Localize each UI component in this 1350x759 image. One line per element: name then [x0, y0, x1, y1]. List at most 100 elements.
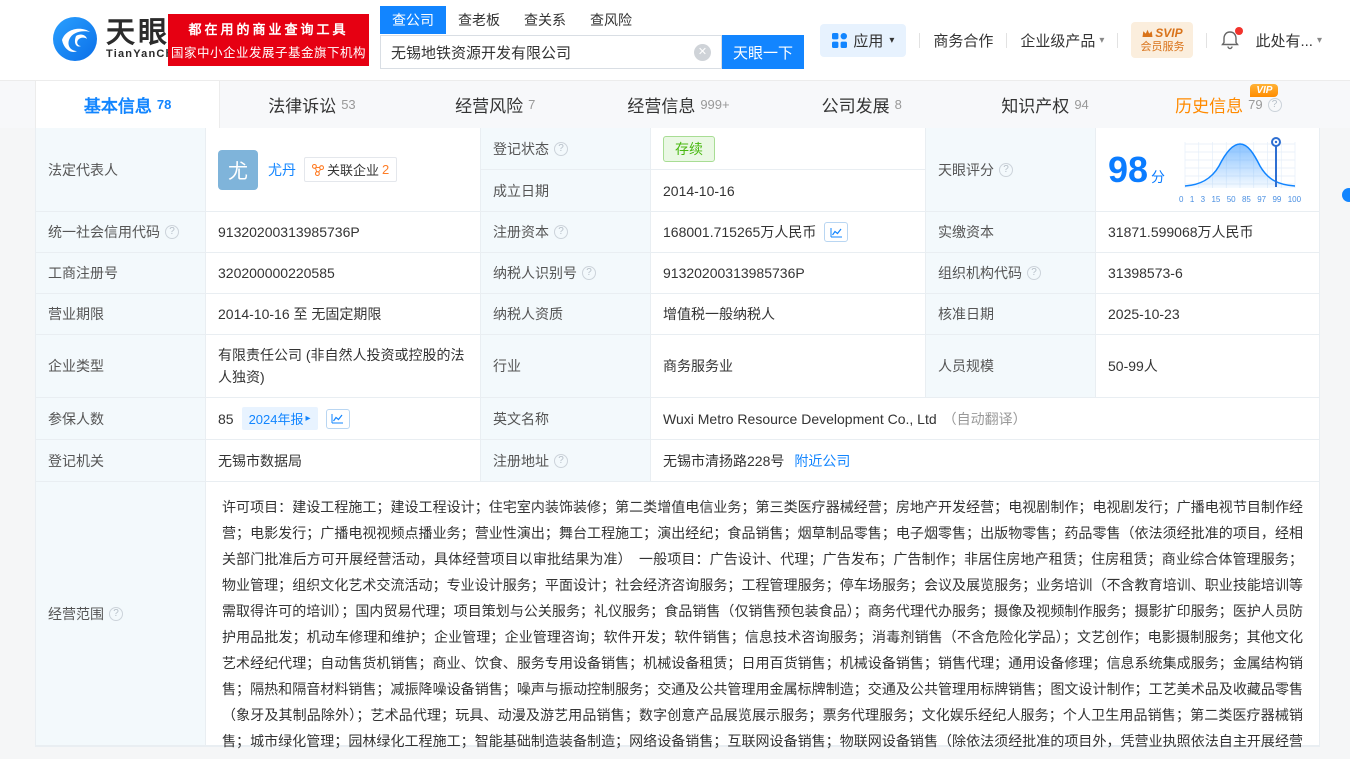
- help-icon[interactable]: [109, 606, 123, 621]
- insured-value: 85 2024年报 ▸: [206, 398, 481, 440]
- business-scope-value: 许可项目：建设工程施工；建设工程设计；住宅室内装饰装修；第二类增值电信业务；第三…: [206, 482, 1319, 749]
- help-icon[interactable]: [165, 225, 179, 239]
- score-label: 天眼评分: [926, 128, 1096, 212]
- tab-label: 经营信息: [627, 97, 696, 116]
- value-text: 2014-10-16 至 无固定期限: [218, 306, 382, 322]
- table-row: 登记机关 无锡市数据局 注册地址 无锡市清扬路228号 附近公司: [36, 440, 1319, 482]
- related-tag-text: 关联企业: [327, 163, 380, 178]
- clear-icon[interactable]: ✕: [694, 43, 711, 61]
- notification-bell[interactable]: [1220, 27, 1244, 51]
- tabbar-inner: 基本信息 78 法律诉讼 53 经营风险 7 经营信息 999+ 公司发展 8 …: [35, 81, 1320, 128]
- company-info-card: 法定代表人 尤 尤丹 关联企业 2 登记状态 ? 存续 成立日期 2014-10…: [35, 128, 1320, 749]
- tab-basic-info[interactable]: 基本信息 78: [35, 81, 221, 128]
- table-row: 参保人数 85 2024年报 ▸ 英文名称 Wuxi Metro Resourc…: [36, 398, 1319, 440]
- approve-date-label: 核准日期: [926, 294, 1096, 335]
- label-text: 核准日期: [938, 306, 994, 322]
- reg-authority-value: 无锡市数据局: [206, 440, 481, 482]
- floating-widget[interactable]: [1342, 188, 1350, 202]
- tab-label: 经营风险: [455, 97, 524, 116]
- search-button[interactable]: 天眼一下: [722, 35, 804, 69]
- help-icon[interactable]: [582, 266, 596, 280]
- tick: 15: [1211, 194, 1221, 204]
- industry-value: 商务服务业: [651, 335, 926, 398]
- legal-rep-name-link[interactable]: 尤丹: [268, 160, 296, 180]
- tianyancha-logo-icon: [53, 17, 97, 61]
- value-text: 168001.715265万人民币: [663, 224, 817, 240]
- label-text: 统一社会信用代码: [48, 224, 160, 240]
- tab-business-info[interactable]: 经营信息 999+: [587, 81, 770, 128]
- chevron-down-icon: ▾: [889, 34, 895, 46]
- user-menu[interactable]: 此处有... ▾: [1255, 30, 1322, 51]
- sub-row: 登记状态 存续: [481, 128, 926, 170]
- help-icon[interactable]: [554, 141, 568, 156]
- legal-rep-value: 尤 尤丹 关联企业 2: [206, 128, 481, 212]
- help-icon[interactable]: [554, 225, 568, 239]
- related-companies-tag[interactable]: 关联企业 2: [304, 157, 398, 182]
- label-text: 注册地址: [493, 452, 549, 469]
- value-text: 91320200313985736P: [663, 265, 805, 281]
- staff-size-value: 50-99人: [1096, 335, 1319, 398]
- nearby-companies-link[interactable]: 附近公司: [794, 451, 850, 471]
- search-tab-relation[interactable]: 查关系: [512, 6, 578, 34]
- tab-label: 历史信息: [1175, 97, 1244, 116]
- tab-count: 7: [528, 97, 536, 112]
- help-icon[interactable]: [1027, 266, 1041, 280]
- insured-label: 参保人数: [36, 398, 206, 440]
- table-row: 营业期限 2014-10-16 至 无固定期限 纳税人资质 增值税一般纳税人 核…: [36, 294, 1319, 335]
- staff-size-label: 人员规模: [926, 335, 1096, 398]
- search-tab-risk[interactable]: 查风险: [578, 6, 644, 34]
- label-text: 营业期限: [48, 306, 104, 322]
- apps-label: 应用: [853, 32, 884, 50]
- establish-date-label: 成立日期: [481, 170, 651, 212]
- tab-count: 999+: [700, 97, 730, 112]
- credit-code-label: 统一社会信用代码: [36, 212, 206, 253]
- table-row: 经营范围 许可项目：建设工程施工；建设工程设计；住宅室内装饰装修；第二类增值电信…: [36, 482, 1319, 749]
- search-input-value: 无锡地铁资源开发有限公司: [391, 44, 572, 62]
- label-text: 实缴资本: [938, 224, 994, 240]
- tick: 85: [1241, 194, 1251, 204]
- reg-authority-label: 登记机关: [36, 440, 206, 482]
- nav-business-coop[interactable]: 商务合作: [933, 30, 993, 51]
- help-icon[interactable]: [554, 453, 568, 468]
- value-text: 2025-10-23: [1108, 306, 1180, 322]
- related-count: 2: [382, 162, 390, 177]
- tab-history-info[interactable]: VIP 历史信息 79: [1137, 81, 1320, 128]
- label-text: 纳税人识别号: [493, 265, 577, 281]
- apps-menu[interactable]: 应用 ▾: [820, 23, 907, 57]
- help-icon[interactable]: [1267, 97, 1282, 112]
- tick: 1: [1189, 194, 1195, 204]
- capital-trend-button[interactable]: [824, 222, 849, 242]
- search-tab-boss[interactable]: 查老板: [446, 6, 512, 34]
- tab-company-development[interactable]: 公司发展 8: [770, 81, 953, 128]
- label-text: 天眼评分: [938, 161, 994, 178]
- tab-intellectual-property[interactable]: 知识产权 94: [953, 81, 1136, 128]
- approve-date-value: 2025-10-23: [1096, 294, 1319, 335]
- notification-dot: [1235, 27, 1244, 35]
- vip-badge: VIP: [1250, 84, 1279, 97]
- label-text: 法定代表人: [48, 161, 118, 178]
- avatar[interactable]: 尤: [218, 149, 258, 190]
- score-unit: 分: [1151, 168, 1166, 185]
- search-input[interactable]: 无锡地铁资源开发有限公司 ✕: [380, 35, 722, 69]
- help-icon[interactable]: [999, 162, 1013, 177]
- tick: 100: [1287, 194, 1302, 204]
- value-text: 31398573-6: [1108, 265, 1183, 281]
- tab-legal-litigation[interactable]: 法律诉讼 53: [220, 81, 403, 128]
- search-tab-company[interactable]: 查公司: [380, 6, 446, 34]
- divider: [919, 32, 921, 48]
- annual-report-tag[interactable]: 2024年报 ▸: [241, 407, 318, 430]
- company-type-label: 企业类型: [36, 335, 206, 398]
- credit-code-value: 91320200313985736P: [206, 212, 481, 253]
- tab-label: 法律诉讼: [268, 97, 337, 116]
- svip-member-badge[interactable]: SVIP 会员服务: [1131, 21, 1194, 59]
- tab-operating-risk[interactable]: 经营风险 7: [404, 81, 587, 128]
- crown-icon: [1142, 29, 1153, 37]
- value-text: 31871.599068万人民币: [1108, 224, 1254, 240]
- chevron-right-icon: ▸: [305, 413, 311, 424]
- insured-trend-button[interactable]: [325, 408, 350, 429]
- reg-status-value: 存续: [651, 128, 926, 170]
- search-row: 无锡地铁资源开发有限公司 ✕ 天眼一下: [380, 35, 804, 69]
- value-text: 320200000220585: [218, 265, 335, 281]
- nav-enterprise-products[interactable]: 企业级产品 ▾: [1020, 30, 1104, 51]
- taxpayer-quality-label: 纳税人资质: [481, 294, 651, 335]
